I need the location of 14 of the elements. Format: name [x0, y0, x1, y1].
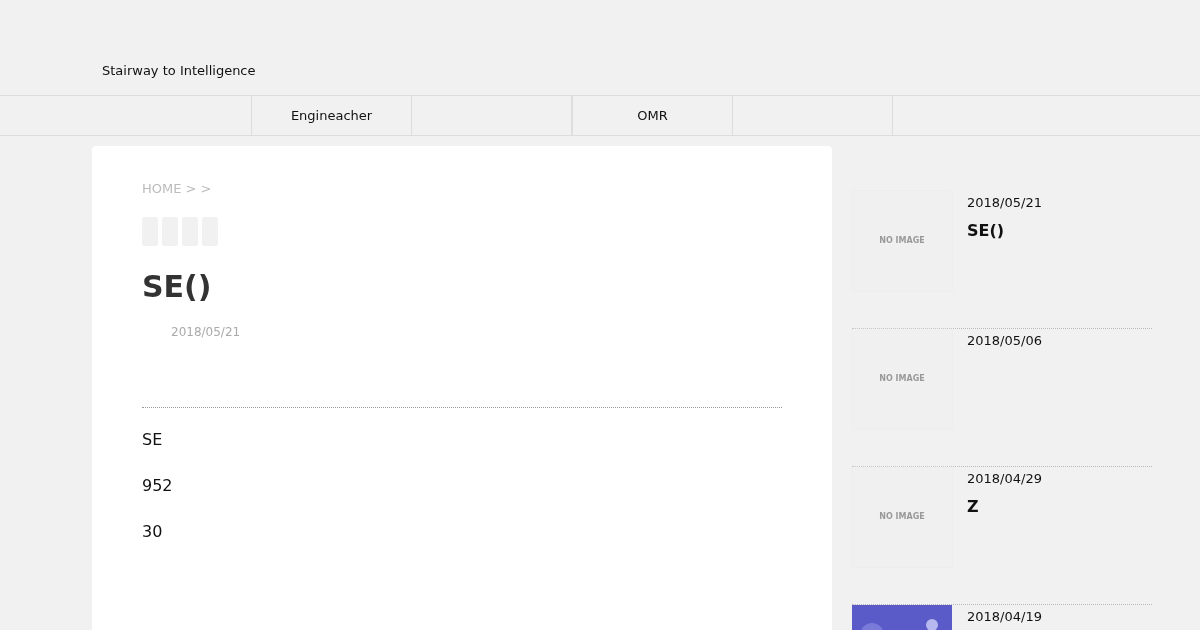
post-title[interactable]: Z [967, 494, 1042, 519]
article-title: SE() [142, 267, 213, 306]
post-date: 2018/05/21 [171, 323, 242, 341]
nav-item[interactable]: Engineacher [252, 96, 411, 135]
post-date: 2018/05/21 [967, 194, 1042, 212]
paragraph: 30 [142, 521, 164, 542]
site-title[interactable]: Stairway to Intelligence [102, 60, 256, 80]
paragraph: 952 [142, 475, 174, 496]
post-date: 2018/04/19 [967, 608, 1042, 626]
paragraph: SE [142, 429, 164, 450]
nav-item[interactable]: OMR [573, 96, 732, 135]
post-date: 2018/04/29 [967, 470, 1042, 488]
post-title[interactable]: SE() [967, 218, 1042, 243]
post-date: 2018/05/06 [967, 332, 1042, 350]
